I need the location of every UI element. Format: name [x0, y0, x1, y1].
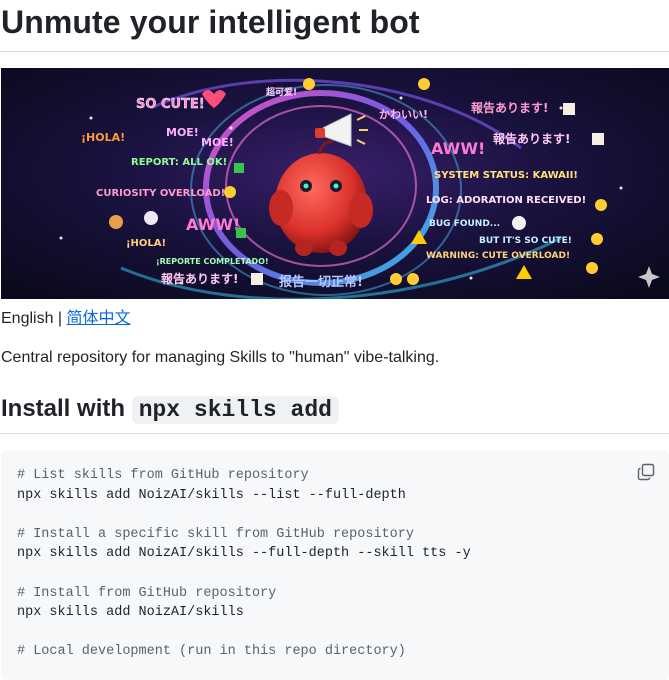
- banner-sticker: 报告一切正常!: [279, 274, 363, 290]
- lang-current: English: [1, 310, 54, 327]
- code-block: # List skills from GitHub repository npx …: [1, 450, 669, 680]
- banner-sticker: 報告あります!: [161, 271, 238, 286]
- copy-button[interactable]: [637, 463, 655, 481]
- language-switcher: English | 简体中文: [1, 309, 131, 329]
- banner-sticker: BUG FOUND...: [429, 219, 500, 229]
- code-line: npx skills add NoizAI/skills --full-dept…: [17, 546, 471, 562]
- install-heading: Install with npx skills add: [1, 393, 339, 426]
- banner-image: SO CUTE! 超可爱! かわいい! 報告あります! ¡HOLA! MOE! …: [1, 68, 669, 299]
- banner-sticker: BUT IT'S SO CUTE!: [479, 236, 572, 246]
- banner-sticker: 超可爱!: [265, 86, 297, 98]
- banner-sticker: 報告あります!: [493, 131, 570, 146]
- banner-sticker: CURIOSITY OVERLOAD!: [96, 188, 225, 199]
- banner-sticker: LOG: ADORATION RECEIVED!: [426, 195, 586, 206]
- repo-description: Central repository for managing Skills t…: [1, 349, 440, 366]
- code-line: # Install a specific skill from GitHub r…: [17, 526, 414, 542]
- code-line: npx skills add NoizAI/skills: [17, 605, 244, 621]
- code-line: # List skills from GitHub repository: [17, 468, 309, 483]
- install-divider: [0, 433, 669, 434]
- lang-link-zh[interactable]: 简体中文: [67, 310, 131, 327]
- banner-sticker: REPORT: ALL OK!: [131, 157, 227, 168]
- banner-sticker: SO CUTE!: [136, 97, 205, 112]
- title-divider: [0, 51, 669, 52]
- banner-sticker: ¡HOLA!: [126, 238, 166, 249]
- banner-sticker: ¡HOLA!: [81, 131, 125, 144]
- banner-sticker: 報告あります!: [471, 100, 548, 115]
- page-title: Unmute your intelligent bot: [1, 4, 420, 40]
- lang-separator: |: [53, 310, 67, 327]
- banner-sticker: AWW!: [186, 215, 240, 234]
- install-heading-code: npx skills add: [131, 396, 339, 424]
- copy-icon: [637, 463, 655, 481]
- banner-sticker: ¡REPORTE COMPLETADO!: [156, 257, 269, 266]
- code-line: # Local development (run in this repo di…: [17, 644, 406, 660]
- banner-sticker: AWW!: [431, 139, 485, 158]
- banner-sticker: SYSTEM STATUS: KAWAII!: [434, 170, 578, 181]
- banner-sticker: かわいい!: [379, 108, 428, 121]
- code-content: # List skills from GitHub repository npx …: [17, 466, 471, 662]
- install-heading-text: Install with: [1, 395, 132, 422]
- code-line: # Install from GitHub repository: [17, 585, 277, 601]
- banner-sticker: MOE!: [201, 136, 234, 149]
- code-line: npx skills add NoizAI/skills --list --fu…: [17, 487, 406, 503]
- banner-sticker: MOE!: [166, 126, 199, 139]
- banner-illustration: SO CUTE! 超可爱! かわいい! 報告あります! ¡HOLA! MOE! …: [1, 68, 669, 299]
- banner-sticker: WARNING: CUTE OVERLOAD!: [426, 251, 570, 261]
